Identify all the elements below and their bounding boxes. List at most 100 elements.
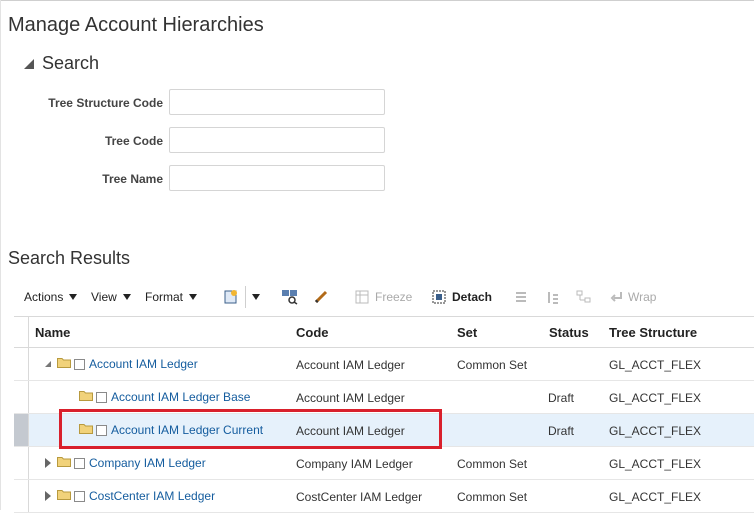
tree-structure-cell: GL_ACCT_FLEX [609, 490, 702, 504]
detach-icon [432, 290, 446, 304]
status-cell: Draft [548, 424, 575, 438]
tree-structure-cell: GL_ACCT_FLEX [609, 457, 702, 471]
table-row[interactable]: CostCenter IAM Ledger CostCenter IAM Ledg… [14, 480, 754, 513]
folder-icon [57, 355, 71, 373]
folder-icon [79, 388, 93, 406]
tree-node-link[interactable]: Account IAM Ledger Base [111, 390, 250, 404]
tree-structure-code-input[interactable] [169, 89, 385, 115]
left-border [0, 0, 1, 510]
row-selector-header [14, 317, 29, 347]
results-tree-table: Name Code Set Status Tree Structure Acco… [14, 316, 754, 513]
code-cell: Account IAM Ledger [296, 424, 405, 438]
row-selector[interactable] [14, 480, 29, 512]
tree-structure-code-label: Tree Structure Code [48, 96, 163, 110]
reorder-button[interactable] [576, 284, 592, 310]
chevron-down-icon [69, 294, 78, 300]
name-cell: Account IAM Ledger [41, 355, 198, 373]
code-cell: Company IAM Ledger [296, 457, 413, 471]
freeze-icon [355, 290, 369, 304]
search-section-title: Search [42, 53, 100, 73]
search-section-toggle[interactable]: Search [24, 53, 99, 74]
actions-menu-label: Actions [24, 290, 64, 304]
folder-icon [79, 421, 93, 439]
row-checkbox[interactable] [96, 391, 107, 403]
folder-icon [57, 454, 71, 472]
move-down-icon [516, 292, 526, 302]
expand-triangle-icon[interactable] [41, 489, 55, 503]
column-header-code[interactable]: Code [296, 325, 329, 340]
row-checkbox[interactable] [74, 358, 85, 370]
edit-button[interactable] [313, 284, 329, 310]
freeze-label: Freeze [375, 290, 413, 304]
table-body: Account IAM Ledger Account IAM Ledger Comm… [14, 348, 754, 513]
set-cell: Common Set [457, 358, 528, 372]
table-header: Name Code Set Status Tree Structure [14, 316, 754, 348]
set-cell: Common Set [457, 457, 528, 471]
tree-node-link[interactable]: Account IAM Ledger [89, 357, 198, 371]
tree-name-row: Tree Name [0, 165, 400, 193]
freeze-button[interactable]: Freeze [355, 284, 412, 310]
tree-node-link[interactable]: CostCenter IAM Ledger [89, 489, 215, 503]
view-menu[interactable]: View [91, 284, 131, 310]
create-tree-button[interactable] [223, 284, 239, 310]
format-menu-label: Format [145, 290, 184, 304]
hierarchy-reorder-icon [576, 290, 591, 303]
name-cell: Account IAM Ledger Base [65, 388, 250, 406]
chevron-down-icon [189, 294, 198, 300]
table-row[interactable]: Account IAM Ledger Current Account IAM Le… [14, 414, 754, 447]
tree-code-input[interactable] [169, 127, 385, 153]
row-selector[interactable] [14, 381, 29, 413]
tree-node-link[interactable]: Account IAM Ledger Current [111, 423, 263, 437]
set-cell: Common Set [457, 490, 528, 504]
name-cell: Account IAM Ledger Current [65, 421, 263, 439]
chevron-down-icon [122, 294, 131, 300]
view-tree-button[interactable] [281, 284, 299, 310]
code-cell: Account IAM Ledger [296, 358, 405, 372]
table-row[interactable]: Account IAM Ledger Account IAM Ledger Comm… [14, 348, 754, 381]
tree-structure-code-row: Tree Structure Code [0, 89, 400, 117]
wrap-icon [610, 292, 622, 302]
chevron-down-icon [252, 294, 260, 300]
tree-structure-cell: GL_ACCT_FLEX [609, 424, 702, 438]
code-cell: Account IAM Ledger [296, 391, 405, 405]
row-selector[interactable] [14, 414, 29, 446]
move-up-icon [548, 292, 558, 304]
name-cell: CostCenter IAM Ledger [41, 487, 215, 505]
row-checkbox[interactable] [96, 424, 107, 436]
view-menu-label: View [91, 290, 117, 304]
column-header-tree-structure[interactable]: Tree Structure [609, 325, 697, 340]
create-menu-dropdown[interactable] [252, 284, 260, 310]
detach-label: Detach [452, 290, 493, 304]
table-row[interactable]: Account IAM Ledger Base Account IAM Ledge… [14, 381, 754, 414]
column-header-name[interactable]: Name [35, 325, 70, 340]
toolbar-separator [245, 286, 246, 308]
tree-node-link[interactable]: Company IAM Ledger [89, 456, 206, 470]
wrap-button[interactable]: Wrap [610, 284, 656, 310]
folder-icon [57, 487, 71, 505]
results-toolbar: Actions View Format Freeze Detach Wrap [14, 284, 754, 310]
row-selector[interactable] [14, 348, 29, 380]
wrap-label: Wrap [628, 290, 657, 304]
collapse-triangle-icon[interactable] [41, 357, 55, 371]
code-cell: CostCenter IAM Ledger [296, 490, 423, 504]
actions-menu[interactable]: Actions [24, 284, 78, 310]
move-up-button[interactable] [545, 284, 559, 310]
tree-code-label: Tree Code [104, 134, 163, 148]
view-hierarchy-icon [282, 290, 298, 305]
row-checkbox[interactable] [74, 457, 85, 469]
move-down-button[interactable] [514, 284, 528, 310]
expand-triangle-icon[interactable] [41, 456, 55, 470]
tree-code-row: Tree Code [0, 127, 400, 155]
detach-button[interactable]: Detach [432, 284, 492, 310]
row-selector[interactable] [14, 447, 29, 479]
format-menu[interactable]: Format [145, 284, 198, 310]
table-row[interactable]: Company IAM Ledger Company IAM Ledger Comm… [14, 447, 754, 480]
column-header-status[interactable]: Status [549, 325, 589, 340]
row-checkbox[interactable] [74, 490, 85, 502]
tree-name-input[interactable] [169, 165, 385, 191]
collapse-triangle-icon [24, 58, 34, 69]
new-document-icon [224, 290, 237, 304]
column-header-set[interactable]: Set [457, 325, 477, 340]
pencil-icon [314, 290, 328, 304]
tree-structure-cell: GL_ACCT_FLEX [609, 391, 702, 405]
